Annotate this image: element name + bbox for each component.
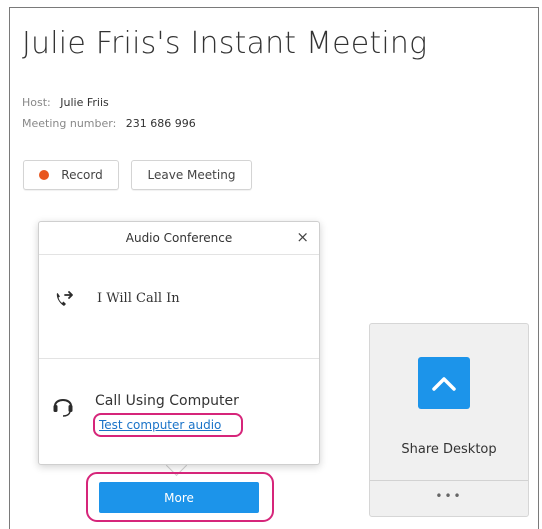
record-label: Record [61,168,103,182]
test-computer-audio-link[interactable]: Test computer audio [99,418,221,432]
more-button-label: More [164,490,194,505]
test-audio-highlight: Test computer audio [93,413,243,437]
leave-meeting-label: Leave Meeting [147,168,236,182]
headset-icon [53,399,73,417]
record-button[interactable]: Record [23,160,119,190]
more-options-icon[interactable]: ••• [370,489,528,503]
host-line: Host: Julie Friis [22,96,109,109]
meeting-number-value: 231 686 996 [125,117,196,130]
share-desktop-card[interactable]: Share Desktop ••• [369,323,529,517]
share-desktop-icon-tile [418,357,470,409]
close-icon[interactable]: × [296,228,309,246]
audio-conference-popup: Audio Conference × I Will Call In Call U… [38,221,320,465]
record-dot-icon [39,170,50,180]
host-value: Julie Friis [60,96,109,109]
chevron-up-icon [432,377,456,391]
option-computer-audio-label[interactable]: Call Using Computer [95,393,239,409]
option-call-in-label: I Will Call In [97,291,180,306]
option-call-in[interactable]: I Will Call In [39,255,319,359]
phone-call-in-icon [56,291,73,306]
host-label: Host: [22,96,51,109]
meeting-title: Julie Friis's Instant Meeting [22,26,428,61]
share-card-divider [370,480,528,481]
popup-title: Audio Conference [125,231,233,245]
meeting-number-label: Meeting number: [22,117,117,130]
share-desktop-label: Share Desktop [401,442,497,457]
popup-header: Audio Conference × [39,222,319,255]
meeting-number-line: Meeting number: 231 686 996 [22,117,196,130]
more-button[interactable]: More [99,482,259,513]
leave-meeting-button[interactable]: Leave Meeting [131,160,252,190]
